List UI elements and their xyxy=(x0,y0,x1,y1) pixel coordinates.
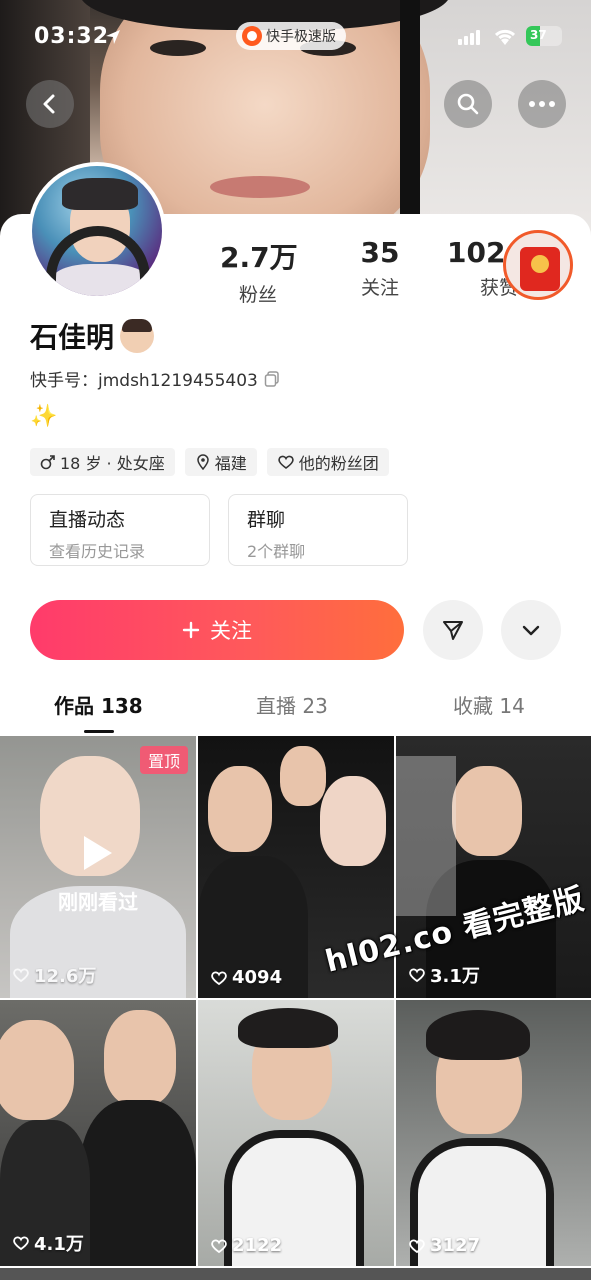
wifi-icon xyxy=(494,29,516,45)
tab-works[interactable]: 作品 138 xyxy=(54,690,143,719)
heart-icon xyxy=(409,1239,425,1253)
tag-label: 18 岁 · 处女座 xyxy=(60,454,165,473)
tag-location: 福建 xyxy=(184,448,257,476)
stat-followers[interactable]: 2.7万 粉丝 xyxy=(220,236,298,307)
tag-label: 他的粉丝团 xyxy=(298,454,379,473)
app-source-label: 快手极速版 xyxy=(266,29,336,45)
copy-icon[interactable] xyxy=(264,370,280,387)
boy-emoji-icon xyxy=(120,319,155,353)
card-title: 直播动态 xyxy=(49,509,126,531)
tag-label: 福建 xyxy=(214,454,247,473)
red-packet-button[interactable] xyxy=(503,230,573,300)
like-count: 12.6万 xyxy=(12,962,96,988)
like-count: 3.1万 xyxy=(408,962,480,988)
video-tile[interactable]: 置顶 刚刚看过 12.6万 xyxy=(0,736,196,998)
heart-icon xyxy=(13,1236,29,1251)
stat-following[interactable]: 35 关注 xyxy=(350,236,410,300)
recently-viewed-label: 刚刚看过 xyxy=(58,890,138,914)
kuaishou-logo-icon xyxy=(242,26,262,46)
heart-outline-icon xyxy=(278,455,294,469)
tab-favorites[interactable]: 收藏 14 xyxy=(453,690,525,719)
tag-age-zodiac: 18 岁 · 处女座 xyxy=(30,448,175,476)
tab-live[interactable]: 直播 23 xyxy=(256,690,328,719)
like-count: 2122 xyxy=(210,1235,282,1256)
battery-icon: 37 xyxy=(526,26,562,46)
battery-level: 37 xyxy=(530,28,547,42)
card-title: 群聊 xyxy=(247,509,286,531)
send-message-button[interactable] xyxy=(423,600,483,660)
location-icon xyxy=(196,454,209,470)
search-button[interactable] xyxy=(444,80,492,128)
stat-value: 2.7万 xyxy=(220,241,298,274)
follow-label: 关注 xyxy=(210,619,252,643)
next-row-peek xyxy=(0,1268,591,1280)
group-chat-card[interactable]: 群聊 2个群聊 xyxy=(228,494,408,566)
video-grid: 置顶 刚刚看过 12.6万 4094 3.1万 4.1万 2122 3127 xyxy=(0,736,591,1280)
heart-icon xyxy=(211,1239,227,1253)
status-time: 03:32 xyxy=(34,24,110,49)
status-bar: 03:32 快手极速版 37 xyxy=(0,22,591,56)
male-icon xyxy=(40,455,55,470)
video-tile[interactable]: 2122 xyxy=(198,1000,394,1266)
video-tile[interactable]: 4.1万 xyxy=(0,1000,196,1266)
live-history-card[interactable]: 直播动态 查看历史记录 xyxy=(30,494,210,566)
video-tile[interactable]: 3127 xyxy=(396,1000,591,1266)
profile-name: 石佳明 xyxy=(30,321,115,354)
heart-icon xyxy=(409,968,425,983)
send-icon xyxy=(443,621,463,640)
profile-tags: 18 岁 · 处女座 福建 他的粉丝团 xyxy=(30,448,389,476)
content-tabs: 作品 138 直播 23 收藏 14 xyxy=(0,690,591,736)
card-subtitle: 2个群聊 xyxy=(247,542,306,561)
back-button[interactable] xyxy=(26,80,74,128)
recommend-toggle-button[interactable] xyxy=(501,600,561,660)
plus-icon xyxy=(182,621,200,639)
search-icon xyxy=(457,93,479,115)
heart-icon xyxy=(211,971,227,985)
bio-text: ✨ xyxy=(30,404,58,429)
like-count: 4094 xyxy=(210,967,282,988)
more-dots-icon xyxy=(529,101,555,107)
kuaishou-id: 快手号：jmdsh1219455403 xyxy=(30,371,258,391)
profile-cards: 直播动态 查看历史记录 群聊 2个群聊 xyxy=(30,494,408,566)
app-source-pill[interactable]: 快手极速版 xyxy=(236,22,346,50)
tag-fan-club[interactable]: 他的粉丝团 xyxy=(266,448,389,476)
stat-label: 关注 xyxy=(360,277,399,299)
follow-button[interactable]: 关注 xyxy=(30,600,404,660)
pinned-badge: 置顶 xyxy=(139,746,188,774)
more-button[interactable] xyxy=(518,80,566,128)
active-tab-indicator xyxy=(84,730,114,733)
profile-name-row: 石佳明 xyxy=(30,316,155,356)
like-count: 4.1万 xyxy=(12,1230,84,1256)
profile-stats: 2.7万 粉丝 35 关注 102.4 获赞 xyxy=(0,236,591,306)
location-arrow-icon xyxy=(106,30,120,44)
stat-value: 35 xyxy=(360,236,400,269)
play-icon xyxy=(84,836,112,870)
video-tile[interactable]: 3.1万 xyxy=(396,736,591,998)
chevron-left-icon xyxy=(43,94,55,114)
stat-label: 粉丝 xyxy=(238,284,277,306)
like-count: 3127 xyxy=(408,1235,480,1256)
cellular-signal-icon xyxy=(458,30,480,45)
card-subtitle: 查看历史记录 xyxy=(49,542,146,561)
chevron-down-icon xyxy=(522,625,540,636)
kuaishou-id-row[interactable]: 快手号：jmdsh1219455403 xyxy=(30,366,280,391)
heart-icon xyxy=(13,968,29,983)
